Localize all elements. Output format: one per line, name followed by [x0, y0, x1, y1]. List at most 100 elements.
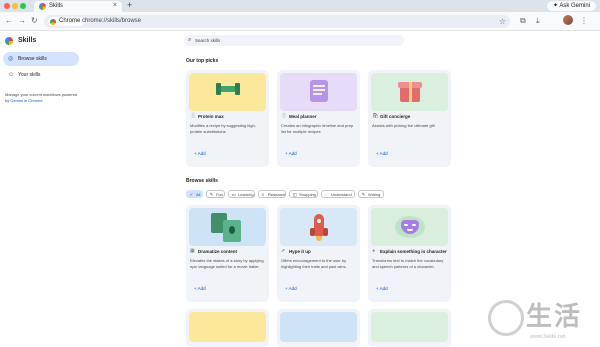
mask-icon: ◕ [372, 248, 376, 254]
card-description: Assists with picking the ultimate gift [372, 123, 435, 128]
close-window-button[interactable] [4, 3, 10, 9]
skill-card-hype-it-up[interactable]: ➚ Hype it up Offers encouragement to the… [277, 205, 360, 302]
lines-icon: ≡ [261, 192, 265, 197]
url-text: chrome://skills/browse [82, 18, 142, 24]
skill-card-explain-in-character[interactable]: ◕ Explain something in character Transfo… [368, 205, 451, 302]
mask-illustration [371, 208, 448, 246]
app-title: Skills [18, 37, 37, 44]
skill-card-gift-concierge[interactable]: 🛍 Gift concierge Assists with picking th… [368, 70, 451, 167]
card-illustration [280, 312, 357, 342]
sidebar: Skills ◎ Browse skills ☺ Your skills Man… [0, 32, 84, 347]
chrome-chip[interactable]: Chrome [48, 17, 85, 26]
bag-icon: 🛍 [372, 113, 379, 119]
minimize-window-button[interactable] [12, 3, 18, 9]
watermark-text: 生活 [526, 302, 583, 332]
skill-card-dramatize-content[interactable]: ▦ Dramatize content Elevates the stakes … [186, 205, 269, 302]
watermark-url: www.3elife.net [530, 334, 566, 340]
card-title: Gift concierge [380, 114, 411, 119]
reload-icon[interactable]: ↻ [31, 15, 38, 27]
forward-arrow-icon[interactable]: → [18, 15, 26, 27]
ask-gemini-button[interactable]: ✦ Ask Gemini [546, 1, 596, 11]
maximize-window-button[interactable] [20, 3, 26, 9]
card-title: Dramatize content [198, 249, 238, 254]
utensils-icon: 🍴 [190, 113, 197, 119]
rocket-illustration [280, 208, 357, 246]
skill-card-protein-max[interactable]: 🍴 Protein max Modifies a recipe by sugge… [186, 70, 269, 167]
add-skill-button[interactable]: + Add [376, 150, 388, 157]
pen-icon: ✎ [209, 192, 214, 197]
address-bar[interactable]: Chrome chrome://skills/browse ☆ [44, 15, 510, 28]
card-description: Offers encouragement to the user by high… [281, 258, 347, 269]
add-skill-button[interactable]: + Add [285, 150, 297, 157]
chrome-favicon-icon [39, 3, 46, 10]
search-input[interactable]: Search skills [195, 36, 220, 45]
profile-avatar[interactable] [563, 15, 573, 25]
check-icon: ✓ [189, 192, 194, 197]
book-icon: ▭ [231, 192, 236, 197]
chip-label: Research [268, 192, 286, 197]
card-description: Elevates the stakes of a story by applyi… [190, 258, 264, 269]
filter-chip-understand[interactable]: ◌ Understand [321, 190, 355, 198]
skills-logo-icon [5, 37, 13, 45]
tab-title: Skills [49, 3, 64, 9]
add-skill-button[interactable]: + Add [194, 285, 206, 292]
sidebar-note: Manage your current workflows powered by… [5, 92, 81, 103]
top-picks-heading: Our top picks [186, 58, 219, 64]
card-description: Modifies a recipe by suggesting high-pro… [190, 123, 257, 134]
filter-chip-fun[interactable]: ✎ Fun [206, 190, 225, 198]
bulb-icon: ◌ [324, 192, 328, 197]
filter-chip-writing[interactable]: ✎ Writing [358, 190, 384, 198]
skill-card-next-row[interactable] [368, 309, 451, 347]
chip-label: Writing [368, 192, 381, 197]
person-icon: ☺ [8, 72, 15, 78]
search-icon: ⌕ [188, 37, 192, 43]
card-title: Explain something in character [380, 249, 447, 254]
add-skill-button[interactable]: + Add [376, 285, 388, 292]
compass-icon: ◎ [8, 56, 14, 62]
tab-bar: Skills × + ✦ Ask Gemini [0, 0, 600, 12]
new-tab-button[interactable]: + [127, 0, 132, 11]
skill-card-meal-planner[interactable]: 🍴 Meal planner Creates an infographic ti… [277, 70, 360, 167]
filter-chip-shopping[interactable]: ◫ Shopping [289, 190, 318, 198]
bookmark-star-icon[interactable]: ☆ [499, 16, 506, 27]
rocket-icon: ➚ [281, 248, 286, 254]
more-menu-icon[interactable]: ⋮ [580, 15, 588, 27]
filter-chip-research[interactable]: ≡ Research [258, 190, 286, 198]
downloads-icon[interactable]: ⤓ [536, 15, 540, 27]
extensions-icon[interactable]: ⧉ [520, 15, 526, 27]
close-tab-icon[interactable]: × [113, 1, 117, 11]
filter-chip-learning[interactable]: ▭ Learning [228, 190, 255, 198]
chrome-chip-label: Chrome [59, 18, 81, 24]
skill-card-next-row[interactable] [186, 309, 269, 347]
tab-skills[interactable]: Skills × [34, 1, 122, 12]
card-description: Transforms text to match the vocabulary … [372, 258, 444, 269]
browser-toolbar: ← → ↻ Chrome chrome://skills/browse ☆ ⧉ … [0, 12, 600, 31]
site-watermark: 生活 www.3elife.net [488, 298, 596, 345]
sidebar-item-label: Browse skills [18, 56, 47, 62]
card-title: Hype it up [289, 249, 311, 254]
ask-gemini-label: Ask Gemini [559, 3, 590, 9]
pen-icon: ✎ [361, 192, 366, 197]
add-skill-button[interactable]: + Add [194, 150, 206, 157]
sidebar-item-label: Your skills [18, 72, 41, 78]
add-skill-button[interactable]: + Add [285, 285, 297, 292]
chip-label: Shopping [299, 192, 316, 197]
sidebar-item-browse-skills[interactable]: ◎ Browse skills [3, 52, 79, 66]
skill-card-next-row[interactable] [277, 309, 360, 347]
chip-label: Fun [216, 192, 223, 197]
gemini-sparkle-icon: ✦ [552, 3, 558, 9]
back-arrow-icon[interactable]: ← [5, 15, 13, 27]
theater-icon: ▦ [190, 248, 195, 254]
utensils-icon: 🍴 [281, 113, 288, 119]
meal-planner-illustration [280, 73, 357, 111]
search-bar[interactable]: ⌕ Search skills [184, 35, 404, 46]
protein-illustration [189, 73, 266, 111]
bag-icon: ◫ [292, 192, 297, 197]
card-description: Creates an infographic timeline and prep… [281, 123, 354, 134]
filter-chip-all[interactable]: ✓ All [186, 190, 203, 198]
card-title: Protein max [198, 114, 224, 119]
gift-illustration [371, 73, 448, 111]
sidebar-item-your-skills[interactable]: ☺ Your skills [3, 68, 79, 82]
gemini-in-chrome-link[interactable]: Gemini in Chrome [10, 98, 42, 103]
chrome-logo-icon [50, 18, 56, 25]
